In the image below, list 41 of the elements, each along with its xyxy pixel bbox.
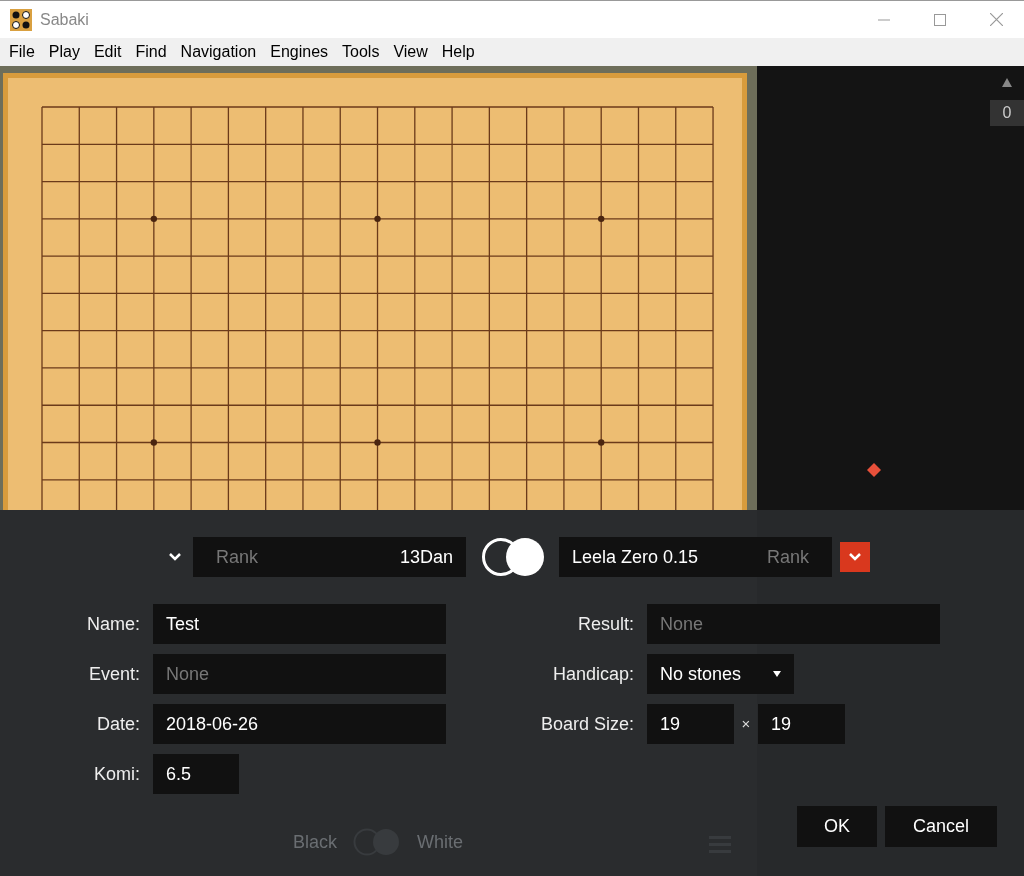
times-sign: ×	[740, 713, 752, 734]
cancel-button[interactable]: Cancel	[885, 806, 997, 847]
menu-item[interactable]: Navigation	[173, 40, 264, 64]
handicap-select[interactable]: No stones	[647, 654, 794, 694]
text-field[interactable]: 19	[758, 704, 845, 744]
maximize-icon	[934, 13, 946, 26]
ok-button[interactable]: OK	[797, 806, 877, 847]
close-icon	[989, 13, 1003, 26]
field-label: Board Size:	[539, 712, 634, 736]
field-label: Handicap:	[551, 662, 634, 686]
diamond-icon	[867, 463, 881, 477]
input-field[interactable]: None	[153, 654, 446, 694]
player-field[interactable]: Rank 13Dan	[193, 537, 466, 577]
scroll-up-icon	[1002, 78, 1012, 87]
app-icon	[10, 8, 32, 31]
menu-item[interactable]: Tools	[335, 40, 387, 64]
text-field[interactable]: 19	[647, 704, 734, 744]
menu-item[interactable]: Play	[41, 40, 87, 64]
menu-item[interactable]: View	[386, 40, 435, 64]
field-label: Result:	[576, 612, 634, 636]
field-label: Event:	[87, 662, 140, 686]
player-field[interactable]: Leela Zero 0.15 Rank	[559, 537, 832, 577]
text-field[interactable]: Test	[153, 604, 446, 644]
menu-item[interactable]: Help	[434, 40, 482, 64]
minimize-icon	[878, 18, 890, 21]
menu-item[interactable]: Engines	[263, 40, 336, 64]
field-label: Date:	[95, 712, 140, 736]
field-label: Name:	[86, 612, 140, 636]
menu-item[interactable]: File	[2, 40, 42, 64]
move-count: 0	[990, 100, 1024, 126]
caret-icon	[773, 671, 781, 677]
menu-item[interactable]: Find	[128, 40, 174, 64]
field-label: Komi:	[93, 762, 140, 786]
input-field[interactable]: None	[647, 604, 940, 644]
player-label: White	[417, 830, 464, 854]
text-field[interactable]: 2018-06-26	[153, 704, 446, 744]
swap-toggle[interactable]	[480, 537, 546, 577]
menu-item[interactable]: Edit	[86, 40, 129, 64]
text-field[interactable]: 6.5	[153, 754, 239, 794]
player-label: Black	[293, 830, 337, 854]
window-title: Sabaki	[40, 9, 89, 30]
